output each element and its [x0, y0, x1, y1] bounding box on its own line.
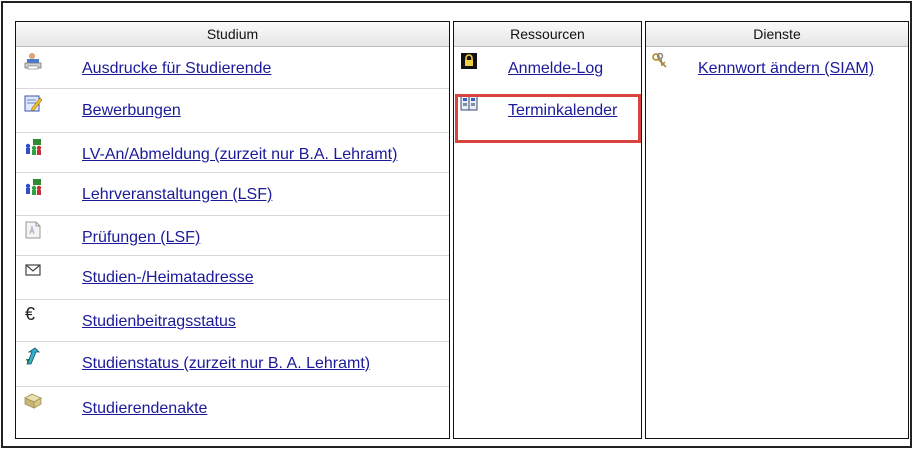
list-item-lehrveranstaltungen: Lehrveranstaltungen (LSF): [16, 173, 449, 216]
list-item-anmelde-log: Anmelde-Log: [454, 47, 641, 89]
list-item-heimatadresse: Studien-/Heimatadresse: [16, 256, 449, 300]
keys-icon: [652, 52, 667, 68]
file-folder-icon: [24, 393, 42, 409]
bewerbungen-link[interactable]: Bewerbungen: [82, 102, 181, 120]
group-icon: [25, 139, 42, 155]
lehrveranstaltungen-link[interactable]: Lehrveranstaltungen (LSF): [82, 186, 272, 204]
ressourcen-header: Ressourcen: [454, 22, 641, 47]
list-item-kennwort: Kennwort ändern (SIAM): [646, 47, 908, 89]
list-item-lv-anmeldung: LV-An/Abmeldung (zurzeit nur B.A. Lehram…: [16, 133, 449, 173]
studierendenakte-link[interactable]: Studierendenakte: [82, 400, 207, 418]
anmelde-log-link[interactable]: Anmelde-Log: [508, 60, 603, 78]
heimatadresse-link[interactable]: Studien-/Heimatadresse: [82, 269, 254, 287]
envelope-icon: [25, 264, 41, 276]
kennwort-aendern-link[interactable]: Kennwort ändern (SIAM): [698, 60, 874, 78]
studium-panel: Studium Ausdrucke für Studierende Bewerb…: [15, 21, 450, 439]
list-item-ausdrucke: Ausdrucke für Studierende: [16, 47, 449, 89]
lv-anmeldung-link[interactable]: LV-An/Abmeldung (zurzeit nur B.A. Lehram…: [82, 146, 397, 164]
ressourcen-panel: Ressourcen Anmelde-Log Terminkalender: [453, 21, 642, 439]
studienbeitragsstatus-link[interactable]: Studienbeitragsstatus: [82, 313, 236, 331]
list-item-studienbeitragsstatus: € Studienbeitragsstatus: [16, 300, 449, 342]
ausdrucke-link[interactable]: Ausdrucke für Studierende: [82, 60, 271, 78]
edit-form-icon: [24, 95, 42, 112]
exam-document-icon: [25, 221, 41, 239]
lock-icon: [461, 53, 477, 69]
status-arrow-icon: [26, 347, 40, 365]
terminkalender-highlight: [455, 94, 641, 143]
list-item-studierendenakte: Studierendenakte: [16, 387, 449, 437]
studienstatus-link[interactable]: Studienstatus (zurzeit nur B. A. Lehramt…: [82, 355, 370, 373]
studium-header: Studium: [16, 22, 449, 47]
dienste-header: Dienste: [646, 22, 908, 47]
pruefungen-link[interactable]: Prüfungen (LSF): [82, 229, 200, 247]
euro-icon: €: [25, 305, 35, 323]
group-icon: [25, 179, 42, 195]
list-item-bewerbungen: Bewerbungen: [16, 89, 449, 133]
list-item-studienstatus: Studienstatus (zurzeit nur B. A. Lehramt…: [16, 342, 449, 387]
svg-text:€: €: [25, 305, 35, 323]
printer-icon: [24, 53, 42, 70]
dienste-panel: Dienste Kennwort ändern (SIAM): [645, 21, 909, 439]
list-item-pruefungen: Prüfungen (LSF): [16, 216, 449, 256]
